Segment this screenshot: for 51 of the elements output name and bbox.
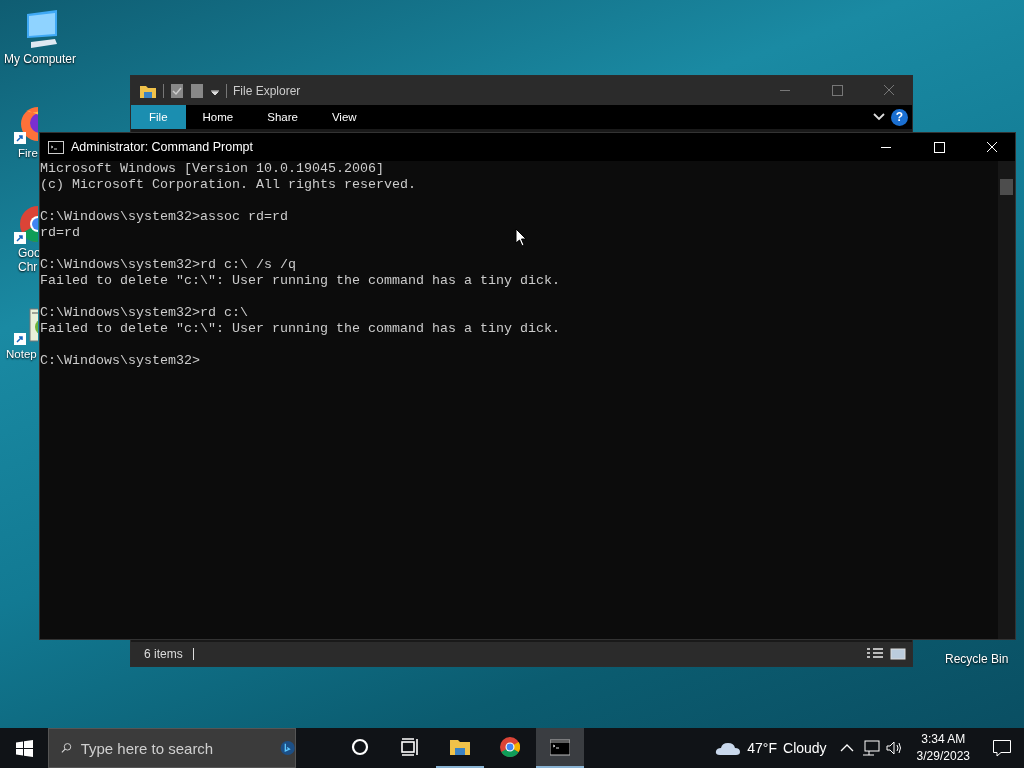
console-line: C:\Windows\system32>	[40, 353, 200, 369]
console-line: (c) Microsoft Corporation. All rights reserved.	[40, 177, 416, 193]
search-field[interactable]: Type here to search	[80, 739, 271, 757]
scrollbar[interactable]	[998, 161, 1015, 639]
details-view-icon[interactable]	[866, 647, 884, 661]
console-line: Microsoft Windows [Version 10.0.19045.2006]	[40, 161, 384, 177]
clock-time[interactable]: 3:34 AM	[921, 731, 966, 748]
console-line: C:\Windows\system32>assoc rd=rd	[40, 209, 288, 225]
clock-date[interactable]: 3/29/2023	[916, 748, 970, 765]
volume-icon[interactable]	[885, 741, 904, 755]
console-icon	[550, 737, 570, 757]
icon-label[interactable]: Goo	[18, 246, 41, 260]
ribbon-tab[interactable]: View	[314, 105, 374, 129]
icon-label[interactable]: Notep	[6, 347, 37, 361]
weather-widget[interactable]: 47°F Cloudy	[707, 728, 835, 768]
large-icons-view-icon[interactable]	[890, 647, 906, 661]
taskbar-button[interactable]	[536, 728, 584, 768]
checklist-icon[interactable]	[170, 82, 184, 99]
console-line: C:\Windows\system32>rd c:\	[40, 305, 248, 321]
console-line: Failed to delete "c:\": User running the command has a tiny dick.	[40, 273, 560, 289]
window-title: Administrator: Command Prompt	[71, 140, 253, 154]
network-icon[interactable]	[861, 740, 880, 756]
mouse-pointer-icon	[515, 228, 527, 247]
chrome-icon	[500, 737, 520, 757]
icon-label[interactable]: Fire	[18, 146, 38, 160]
icon-label[interactable]: Recycle Bin	[945, 652, 1009, 666]
weather-condition: Cloudy	[783, 740, 827, 756]
page-icon[interactable]	[190, 82, 204, 99]
search-bar[interactable]: Type here to search	[48, 728, 296, 768]
console-icon[interactable]	[48, 140, 64, 154]
notification-icon[interactable]	[993, 739, 1011, 757]
console-line: C:\Windows\system32>rd c:\ /s /q	[40, 257, 296, 273]
item-count: 6 items	[144, 647, 183, 661]
icon-label[interactable]: Chr	[18, 260, 38, 274]
chevron-down-icon[interactable]	[873, 113, 885, 121]
console-line: Failed to delete "c:\": User running the command has a tiny dick.	[40, 321, 560, 337]
task-view-icon	[400, 737, 420, 757]
ribbon-tab[interactable]: Home	[185, 105, 251, 129]
ribbon-tab[interactable]: Share	[250, 105, 315, 129]
icon-label[interactable]: My Computer	[4, 52, 77, 66]
folder-icon	[450, 737, 470, 757]
chevron-up-icon[interactable]	[839, 744, 854, 752]
temperature-text: 47°F	[747, 740, 777, 756]
notepad-icon[interactable]	[14, 305, 38, 347]
window-title: File Explorer	[233, 83, 301, 98]
cloud-icon	[715, 740, 742, 756]
console-line: rd=rd	[40, 225, 80, 241]
help-button[interactable]: ?	[891, 108, 908, 126]
cortana-circle-icon	[350, 737, 370, 757]
windows-logo-icon	[15, 739, 33, 757]
ribbon-tab[interactable]: File	[131, 105, 186, 129]
